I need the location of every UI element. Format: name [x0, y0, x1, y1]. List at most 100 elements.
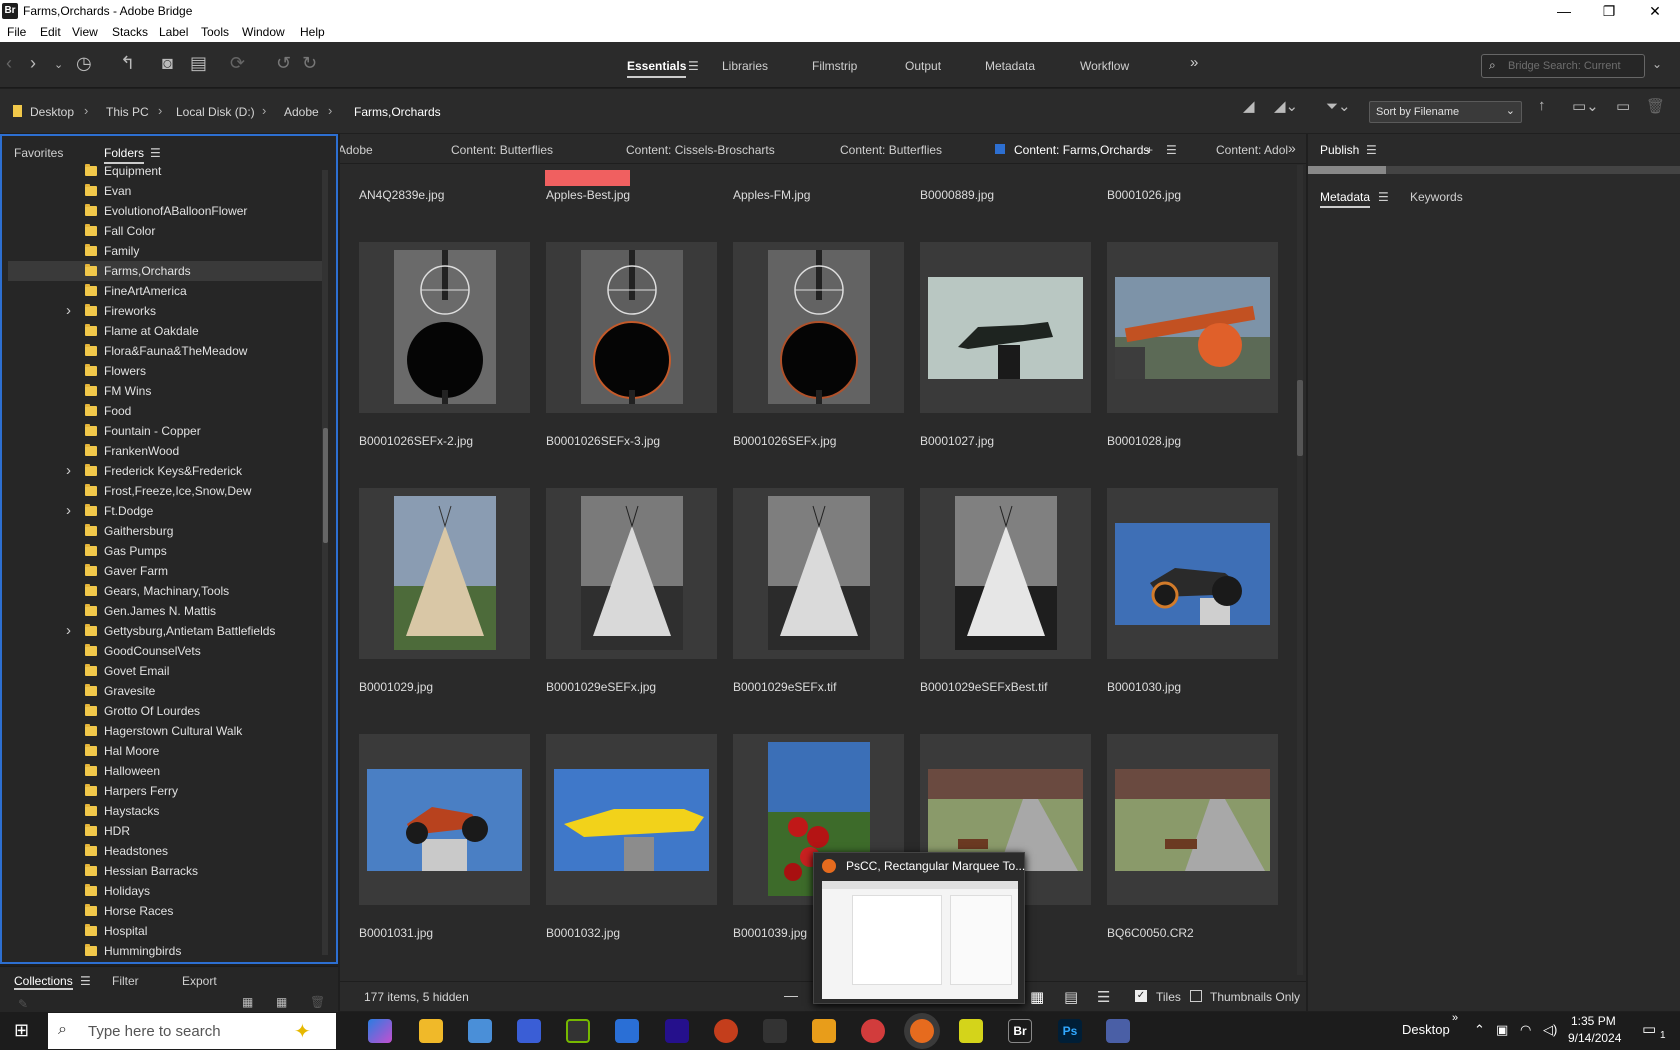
folder-item[interactable]: Flora&Fauna&TheMeadow — [8, 341, 324, 361]
thumb-caption[interactable]: B0001039.jpg — [733, 926, 807, 940]
taskbar-preview-popup[interactable]: PsCC, Rectangular Marquee To... — [813, 852, 1025, 1004]
rotate-left-icon[interactable]: ↺ — [276, 53, 291, 74]
menu-help[interactable]: Help — [300, 25, 325, 39]
menu-tools[interactable]: Tools — [201, 25, 229, 39]
close-button[interactable]: ✕ — [1632, 0, 1678, 22]
folder-item[interactable]: Harpers Ferry — [8, 781, 324, 801]
folder-item[interactable]: Horse Races — [8, 901, 324, 921]
workspace-filmstrip[interactable]: Filmstrip — [812, 59, 857, 73]
content-tab[interactable]: Content: Butterflies — [840, 143, 942, 157]
volume-icon[interactable]: ◁) — [1543, 1022, 1557, 1038]
tab-keywords[interactable]: Keywords — [1410, 190, 1463, 204]
store-icon[interactable] — [468, 1019, 492, 1043]
more-icon[interactable]: » — [1452, 1012, 1458, 1024]
content-tab-active[interactable]: Content: Farms,Orchards — [1014, 143, 1149, 157]
folder-scrollbar[interactable] — [322, 170, 328, 955]
workspace-menu-icon[interactable]: ☰ — [688, 59, 699, 73]
folder-item[interactable]: Gravesite — [8, 681, 324, 701]
thumbnail-cell[interactable] — [546, 734, 717, 905]
thumbnail-cell[interactable] — [359, 488, 530, 659]
folder-item[interactable]: Flowers — [8, 361, 324, 381]
content-tab[interactable]: Adobe — [340, 143, 373, 157]
clock-time[interactable]: 1:35 PM — [1571, 1014, 1616, 1028]
folder-item[interactable]: Hal Moore — [8, 741, 324, 761]
camera-icon[interactable]: ◙ — [162, 53, 173, 74]
folder-item[interactable]: Hessian Barracks — [8, 861, 324, 881]
boomerang-icon[interactable]: ↰ — [120, 53, 135, 74]
folder-item[interactable]: Gen.James N. Mattis — [8, 601, 324, 621]
thumb-caption[interactable]: B0001031.jpg — [359, 926, 433, 940]
thumb-caption[interactable]: B0001026.jpg — [1107, 188, 1181, 202]
thumbnails-only-checkbox[interactable] — [1190, 990, 1202, 1002]
thumbnail-cell[interactable] — [920, 242, 1091, 413]
tray-app-icon[interactable]: ▣ — [1496, 1022, 1508, 1038]
sort-direction-icon[interactable]: ↑ — [1538, 97, 1546, 114]
tab-metadata[interactable]: Metadata — [1320, 190, 1371, 208]
folder-item[interactable]: EvolutionofABalloonFlower — [8, 201, 324, 221]
thumbnail-cell[interactable] — [359, 242, 530, 413]
notifications-icon[interactable]: ▭ — [1642, 1020, 1656, 1038]
content-tab[interactable]: Content: Butterflies — [451, 143, 553, 157]
taskbar-search[interactable]: ⌕ Type here to search ✦ — [48, 1013, 336, 1049]
tab-export[interactable]: Export — [182, 974, 217, 988]
sort-select[interactable]: Sort by Filename ⌄ — [1369, 101, 1522, 123]
open-recent-icon[interactable]: ▭⌄ — [1572, 97, 1599, 115]
app-icon[interactable] — [615, 1019, 639, 1043]
publish-scroll-thumb[interactable] — [1308, 166, 1386, 174]
menu-stacks[interactable]: Stacks — [112, 25, 148, 39]
thumb-caption[interactable]: B0001030.jpg — [1107, 680, 1181, 694]
list-view-icon[interactable]: ☰ — [1097, 988, 1110, 1006]
folder-item[interactable]: › Frederick Keys&Frederick — [8, 461, 324, 481]
workspace-essentials[interactable]: Essentials — [627, 59, 687, 78]
folder-item[interactable]: FM Wins — [8, 381, 324, 401]
powerpoint-icon[interactable] — [714, 1019, 738, 1043]
menu-window[interactable]: Window — [242, 25, 285, 39]
folder-item[interactable]: Halloween — [8, 761, 324, 781]
folder-item[interactable]: Gaver Farm — [8, 561, 324, 581]
back-icon[interactable]: ‹ — [6, 53, 12, 74]
folder-item[interactable]: Hummingbirds — [8, 941, 324, 959]
new-collection-icon[interactable]: ▦ — [276, 995, 287, 1009]
refine-icon[interactable]: ▤ — [190, 53, 207, 74]
tray-up-icon[interactable]: ⌃ — [1474, 1022, 1485, 1038]
folder-item[interactable]: › Gettysburg,Antietam Battlefields — [8, 621, 324, 641]
workspace-metadata[interactable]: Metadata — [985, 59, 1035, 73]
collections-menu-icon[interactable]: ☰ — [80, 974, 91, 988]
thumb-caption[interactable]: B0001027.jpg — [920, 434, 994, 448]
crumb-this-pc[interactable]: This PC — [106, 105, 149, 119]
thumb-caption[interactable]: B0001026SEFx-3.jpg — [546, 434, 660, 448]
folder-item[interactable]: Hospital — [8, 921, 324, 941]
content-tab[interactable]: Content: Cissels-Broscharts — [626, 143, 775, 157]
expand-chevron-icon[interactable]: › — [66, 461, 71, 481]
tab-collections[interactable]: Collections — [14, 974, 73, 990]
delete-icon[interactable]: 🗑 — [1646, 97, 1665, 115]
app-icon[interactable] — [1106, 1019, 1130, 1043]
folder-item[interactable]: Gears, Machinary,Tools — [8, 581, 324, 601]
crumb-farms[interactable]: Farms,Orchards — [354, 105, 441, 119]
folder-scroll-thumb[interactable] — [323, 428, 328, 543]
restore-button[interactable]: ❐ — [1586, 0, 1632, 22]
bridge-search[interactable]: ⌕ — [1481, 54, 1645, 78]
grid-view-icon[interactable]: ▦ — [1030, 988, 1044, 1006]
workspace-libraries[interactable]: Libraries — [722, 59, 768, 73]
chevron-down-icon[interactable]: ⌄ — [54, 58, 63, 71]
folder-item[interactable]: FineArtAmerica — [8, 281, 324, 301]
menu-file[interactable]: File — [7, 25, 26, 39]
folder-item[interactable]: Headstones — [8, 841, 324, 861]
folder-item[interactable]: Farms,Orchards — [8, 261, 324, 281]
bridge-taskbar-icon[interactable]: Br — [1008, 1019, 1032, 1043]
thumb-caption[interactable]: B0001026SEFx-2.jpg — [359, 434, 473, 448]
clock-date[interactable]: 9/14/2024 — [1568, 1031, 1621, 1045]
forward-icon[interactable]: › — [30, 53, 36, 74]
folder-item[interactable]: Haystacks — [8, 801, 324, 821]
filter-icon[interactable]: ⏷⌄ — [1326, 97, 1351, 115]
window-thumbnail[interactable] — [822, 881, 1018, 999]
publish-title[interactable]: Publish — [1320, 143, 1359, 157]
folder-item[interactable]: Frost,Freeze,Ice,Snow,Dew — [8, 481, 324, 501]
thumb-caption[interactable]: B0001029.jpg — [359, 680, 433, 694]
folder-item[interactable]: Fountain - Copper — [8, 421, 324, 441]
search-input[interactable] — [1508, 58, 1640, 74]
thumb-caption[interactable]: BQ6C0050.CR2 — [1107, 926, 1194, 940]
firefox-taskbar-icon[interactable] — [910, 1019, 934, 1043]
thumbnail-cell[interactable] — [1107, 734, 1278, 905]
